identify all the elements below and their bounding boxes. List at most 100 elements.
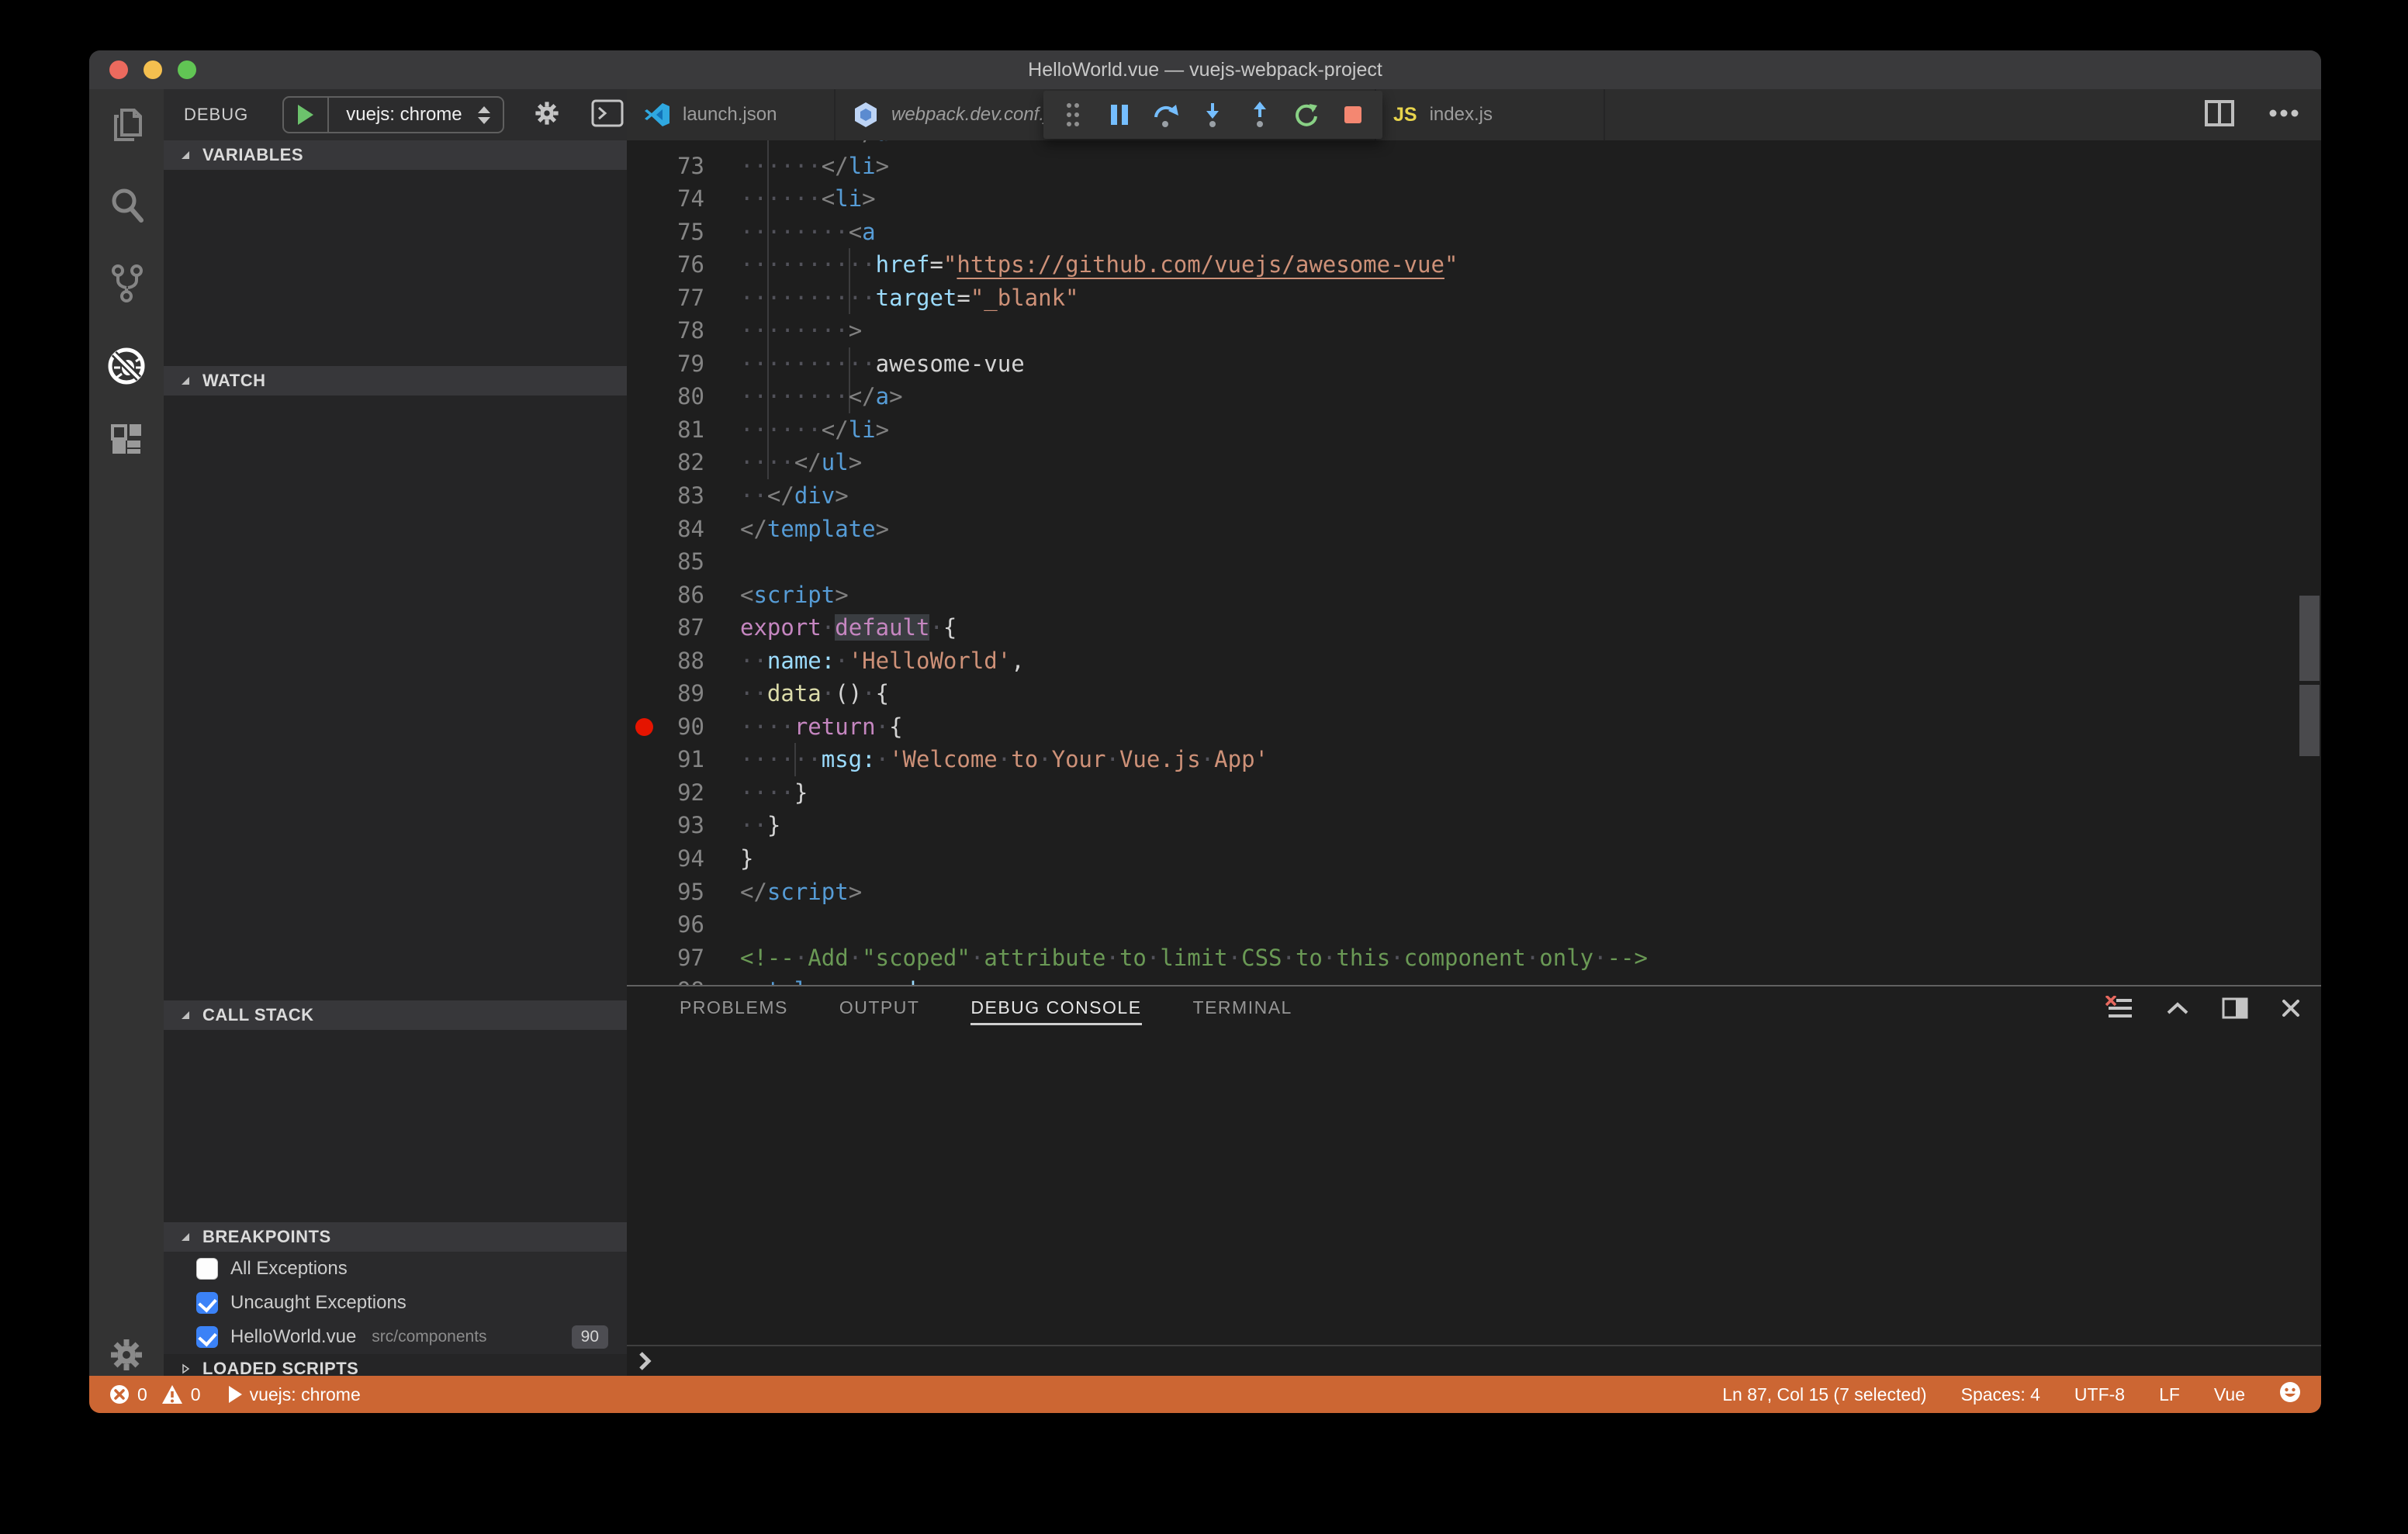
split-editor-icon[interactable]: [2205, 99, 2234, 130]
step-over-icon[interactable]: [1150, 99, 1182, 130]
restart-icon[interactable]: [1291, 99, 1322, 130]
settings-gear-icon[interactable]: [106, 1335, 147, 1375]
line-number[interactable]: 72: [663, 140, 704, 150]
code-line[interactable]: 87 export·default·{: [627, 611, 2321, 644]
section-header-variables[interactable]: VARIABLES: [164, 140, 627, 170]
section-header-call-stack[interactable]: CALL STACK: [164, 1000, 627, 1030]
breakpoint-gutter[interactable]: [627, 876, 663, 909]
line-number[interactable]: 89: [663, 677, 704, 710]
code-line[interactable]: 98<style·scoped>: [627, 974, 2321, 985]
debug-icon[interactable]: [106, 346, 147, 386]
line-number[interactable]: 84: [663, 513, 704, 546]
line-number[interactable]: 94: [663, 842, 704, 876]
language-mode-status[interactable]: Vue: [2214, 1384, 2245, 1405]
breakpoint-gutter[interactable]: [627, 380, 663, 413]
breakpoint-gutter[interactable]: [627, 545, 663, 579]
line-number[interactable]: 74: [663, 182, 704, 216]
line-number[interactable]: 98: [663, 974, 704, 985]
editor-scrollbar[interactable]: [2299, 685, 2320, 756]
code-line[interactable]: 78 ········>: [627, 314, 2321, 347]
line-number[interactable]: 77: [663, 282, 704, 315]
code-line[interactable]: 94}: [627, 842, 2321, 876]
indentation-status[interactable]: Spaces: 4: [1961, 1384, 2040, 1405]
section-header-breakpoints[interactable]: BREAKPOINTS: [164, 1222, 627, 1252]
line-number[interactable]: 87: [663, 611, 704, 644]
breakpoint-gutter[interactable]: [627, 479, 663, 513]
source-control-icon[interactable]: [106, 262, 147, 302]
tab-index.js[interactable]: JS index.js: [1376, 89, 1605, 140]
call-stack-content[interactable]: [164, 1030, 627, 1222]
cursor-position[interactable]: Ln 87, Col 15 (7 selected): [1722, 1384, 1926, 1405]
explorer-icon[interactable]: [106, 104, 147, 144]
line-number[interactable]: 97: [663, 941, 704, 975]
breakpoint-gutter[interactable]: [627, 513, 663, 546]
code-line[interactable]: 88 ··name:·'HelloWorld',: [627, 644, 2321, 678]
breakpoint-gutter-active[interactable]: [627, 710, 663, 744]
code-line[interactable]: 80 ········</a>: [627, 380, 2321, 413]
encoding-status[interactable]: UTF-8: [2074, 1384, 2125, 1405]
stop-icon[interactable]: [1337, 99, 1368, 130]
code-line[interactable]: 82 ····</ul>: [627, 446, 2321, 480]
section-header-loaded-scripts[interactable]: LOADED SCRIPTS: [164, 1354, 627, 1376]
line-number[interactable]: 90: [663, 710, 704, 744]
breakpoint-gutter[interactable]: [627, 347, 663, 381]
maximize-panel-icon[interactable]: [2166, 1001, 2189, 1019]
close-panel-icon[interactable]: [2281, 998, 2301, 1022]
line-number[interactable]: 82: [663, 446, 704, 479]
debug-target-status[interactable]: vuejs: chrome: [228, 1384, 361, 1405]
problems-status[interactable]: 0 0: [109, 1384, 201, 1405]
breakpoint-gutter[interactable]: [627, 677, 663, 710]
breakpoint-gutter[interactable]: [627, 644, 663, 678]
line-number[interactable]: 85: [663, 545, 704, 579]
step-out-icon[interactable]: [1244, 99, 1275, 130]
code-line[interactable]: 79 ··········awesome-vue: [627, 347, 2321, 381]
code-line[interactable]: 83 ··</div>: [627, 479, 2321, 513]
code-line[interactable]: 86 <script>: [627, 579, 2321, 612]
breakpoint-gutter[interactable]: [627, 908, 663, 941]
breakpoint-gutter[interactable]: [627, 216, 663, 249]
variables-content[interactable]: [164, 170, 627, 366]
line-number[interactable]: 81: [663, 413, 704, 447]
breakpoint-checkbox[interactable]: [196, 1292, 218, 1314]
line-number[interactable]: 95: [663, 876, 704, 909]
line-number[interactable]: 96: [663, 908, 704, 941]
breakpoint-gutter[interactable]: [627, 579, 663, 612]
extensions-icon[interactable]: [106, 420, 147, 461]
code-line[interactable]: 72········</a>: [627, 140, 2321, 150]
line-number[interactable]: 73: [663, 150, 704, 183]
code-line[interactable]: 77 ··········target="_blank": [627, 281, 2321, 315]
code-line[interactable]: 93 ··}: [627, 809, 2321, 842]
breakpoint-row[interactable]: Uncaught Exceptions: [164, 1286, 627, 1320]
breakpoint-row[interactable]: All Exceptions: [164, 1252, 627, 1286]
code-editor[interactable]: 72········</a>73······</li>74······<li>7…: [627, 140, 2321, 985]
watch-content[interactable]: [164, 396, 627, 1000]
line-number[interactable]: 93: [663, 809, 704, 842]
line-number[interactable]: 78: [663, 314, 704, 347]
feedback-smiley-icon[interactable]: [2279, 1381, 2301, 1408]
debug-console-output[interactable]: [627, 1038, 2321, 1343]
move-panel-right-icon[interactable]: [2222, 997, 2248, 1023]
breakpoint-gutter[interactable]: [627, 611, 663, 644]
search-icon[interactable]: [106, 185, 147, 225]
breakpoint-gutter[interactable]: [627, 743, 663, 776]
code-line[interactable]: 89 ··data·()·{: [627, 677, 2321, 710]
line-number[interactable]: 76: [663, 248, 704, 282]
more-actions-icon[interactable]: [2268, 108, 2299, 122]
step-into-icon[interactable]: [1197, 99, 1228, 130]
panel-tab-output[interactable]: OUTPUT: [839, 997, 920, 1025]
code-line[interactable]: 91 ······msg:·'Welcome·to·Your·Vue.js·App…: [627, 743, 2321, 776]
toolbar-drag-grip[interactable]: [1057, 99, 1088, 130]
line-number[interactable]: 75: [663, 216, 704, 249]
line-number[interactable]: 91: [663, 743, 704, 776]
debug-repl-input[interactable]: [627, 1345, 2321, 1376]
panel-tab-terminal[interactable]: TERMINAL: [1193, 997, 1292, 1025]
debug-config-dropdown[interactable]: vuejs: chrome: [329, 98, 502, 132]
breakpoint-gutter[interactable]: [627, 150, 663, 183]
line-number[interactable]: 79: [663, 347, 704, 381]
panel-tab-problems[interactable]: PROBLEMS: [680, 997, 788, 1025]
breakpoint-gutter[interactable]: [627, 974, 663, 985]
breakpoint-checkbox[interactable]: [196, 1258, 218, 1280]
breakpoint-gutter[interactable]: [627, 842, 663, 876]
configure-gear-icon[interactable]: [532, 98, 562, 132]
panel-tab-debug-console[interactable]: DEBUG CONSOLE: [970, 997, 1142, 1025]
